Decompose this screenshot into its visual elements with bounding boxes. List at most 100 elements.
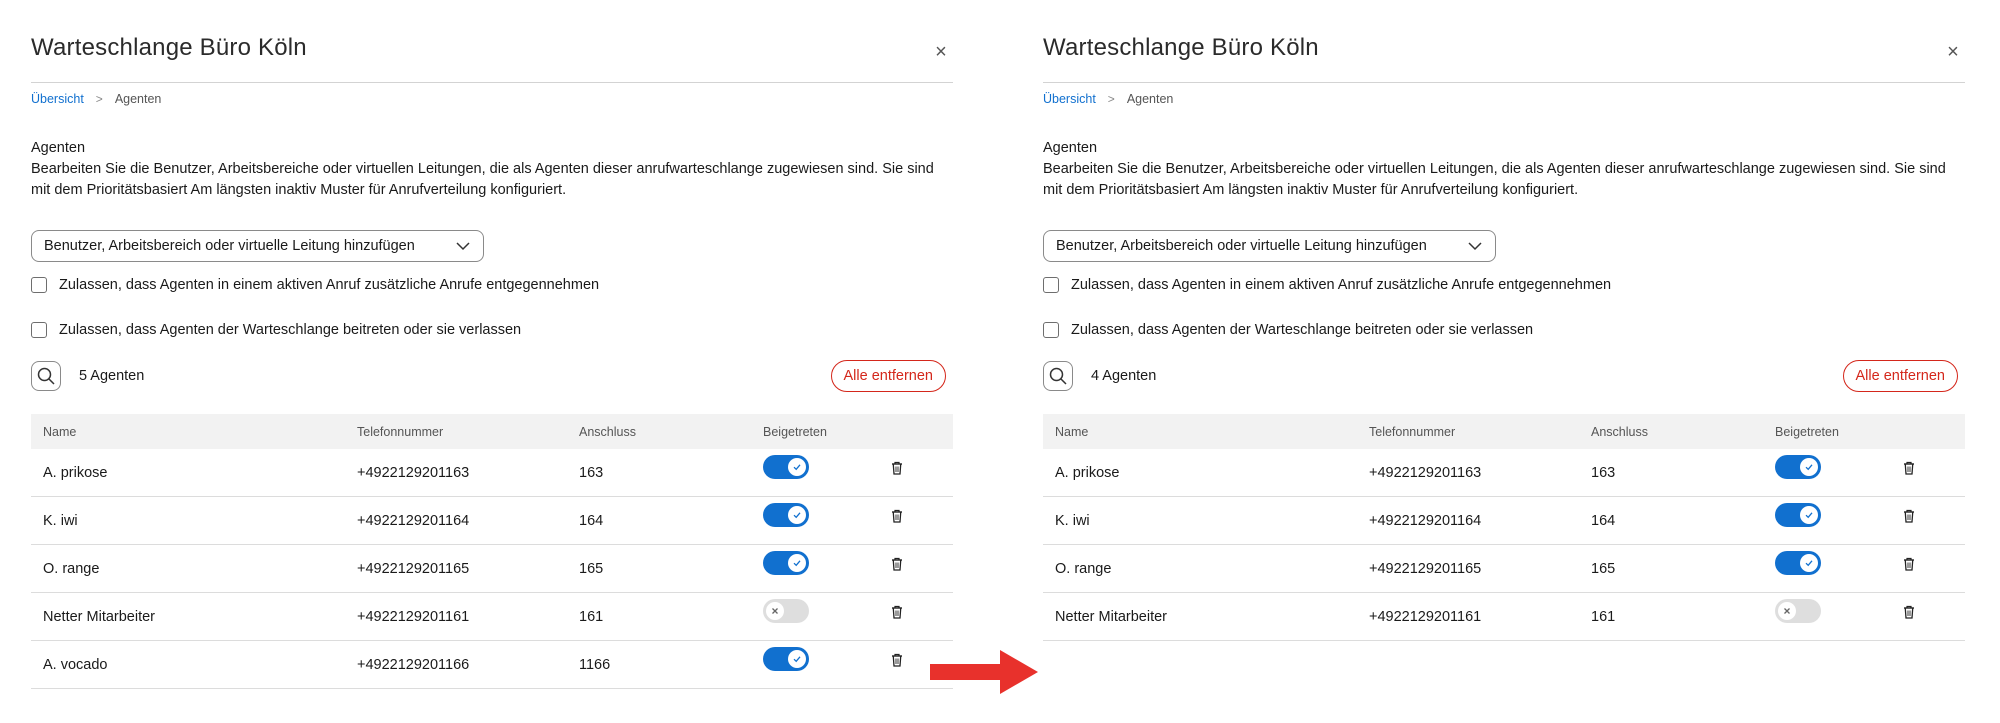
allow-additional-calls-checkbox[interactable] bbox=[1043, 277, 1059, 293]
chevron-down-icon bbox=[1467, 238, 1483, 254]
trash-icon[interactable] bbox=[1901, 604, 1917, 620]
trash-icon[interactable] bbox=[889, 556, 905, 572]
section-title: Agenten bbox=[1043, 140, 1098, 156]
add-agent-dropdown-label: Benutzer, Arbeitsbereich oder virtuelle … bbox=[44, 238, 415, 254]
delete-button[interactable] bbox=[889, 653, 905, 668]
toggle-knob bbox=[788, 553, 806, 572]
agent-name: O. range bbox=[1055, 560, 1112, 577]
agent-extension: 164 bbox=[579, 512, 604, 529]
delete-button[interactable] bbox=[1901, 509, 1917, 524]
column-header-extension: Anschluss bbox=[579, 424, 636, 439]
page-title: Warteschlange Büro Köln bbox=[1043, 34, 1319, 61]
toggle-knob bbox=[788, 649, 806, 668]
close-icon: × bbox=[935, 41, 947, 63]
check-icon bbox=[793, 511, 801, 518]
agent-extension: 1166 bbox=[579, 656, 611, 673]
toggle-knob bbox=[1800, 553, 1818, 572]
joined-cell bbox=[1775, 598, 1821, 623]
toggle-knob bbox=[788, 457, 806, 476]
agent-extension: 164 bbox=[1591, 512, 1616, 529]
table-row: A. vocado +4922129201166 1166 bbox=[31, 641, 953, 689]
allow-join-leave-option: Zulassen, dass Agenten der Warteschlange… bbox=[31, 322, 521, 338]
agent-phone: +4922129201164 bbox=[357, 512, 470, 529]
add-agent-dropdown[interactable]: Benutzer, Arbeitsbereich oder virtuelle … bbox=[1043, 230, 1496, 262]
allow-join-leave-checkbox[interactable] bbox=[31, 322, 47, 338]
table-body: A. prikose +4922129201163 163 K. iwi +492212… bbox=[31, 449, 953, 689]
header-divider bbox=[1043, 82, 1965, 83]
table-row: K. iwi +4922129201164 164 bbox=[1043, 497, 1965, 545]
check-icon bbox=[1805, 463, 1813, 470]
remove-all-button[interactable]: Alle entfernen bbox=[830, 360, 946, 392]
remove-all-button[interactable]: Alle entfernen bbox=[1842, 360, 1958, 392]
breadcrumb-overview-link[interactable]: Übersicht bbox=[31, 92, 84, 106]
allow-join-leave-option: Zulassen, dass Agenten der Warteschlange… bbox=[1043, 322, 1533, 338]
section-title: Agenten bbox=[31, 140, 86, 156]
trash-icon[interactable] bbox=[889, 460, 905, 476]
delete-button[interactable] bbox=[1901, 605, 1917, 620]
trash-icon[interactable] bbox=[889, 604, 905, 620]
check-icon bbox=[793, 559, 801, 566]
section-description: Bearbeiten Sie die Benutzer, Arbeitsbere… bbox=[1043, 161, 1946, 198]
joined-cell bbox=[1775, 502, 1821, 527]
delete-button[interactable] bbox=[1901, 461, 1917, 476]
delete-button[interactable] bbox=[1901, 557, 1917, 572]
joined-toggle[interactable] bbox=[1775, 502, 1821, 527]
breadcrumb-overview-link[interactable]: Übersicht bbox=[1043, 92, 1096, 106]
x-icon bbox=[1784, 607, 1790, 614]
breadcrumb: Übersicht > Agenten bbox=[1043, 92, 1173, 106]
search-icon bbox=[37, 367, 55, 385]
joined-cell bbox=[763, 550, 809, 575]
header-divider bbox=[31, 82, 953, 83]
trash-icon[interactable] bbox=[889, 508, 905, 524]
search-button[interactable] bbox=[31, 361, 61, 391]
agent-extension: 163 bbox=[579, 464, 604, 481]
joined-toggle[interactable] bbox=[1775, 598, 1821, 623]
breadcrumb-current: Agenten bbox=[114, 92, 162, 106]
delete-button[interactable] bbox=[889, 461, 905, 476]
joined-toggle[interactable] bbox=[763, 454, 809, 479]
agent-extension: 165 bbox=[1591, 560, 1616, 577]
joined-toggle[interactable] bbox=[1775, 454, 1821, 479]
column-header-extension: Anschluss bbox=[1591, 424, 1648, 439]
add-agent-dropdown-label: Benutzer, Arbeitsbereich oder virtuelle … bbox=[1056, 238, 1427, 254]
agent-name: A. prikose bbox=[43, 464, 108, 481]
agent-phone: +4922129201165 bbox=[357, 560, 470, 577]
search-button[interactable] bbox=[1043, 361, 1073, 391]
delete-button[interactable] bbox=[889, 557, 905, 572]
check-icon bbox=[1805, 559, 1813, 566]
delete-button[interactable] bbox=[889, 605, 905, 620]
chevron-down-icon bbox=[455, 238, 471, 254]
joined-toggle[interactable] bbox=[763, 550, 809, 575]
joined-toggle[interactable] bbox=[763, 502, 809, 527]
close-button[interactable]: × bbox=[1941, 40, 1965, 64]
close-icon: × bbox=[1947, 41, 1959, 63]
toggle-knob bbox=[788, 505, 806, 524]
page-title: Warteschlange Büro Köln bbox=[31, 34, 307, 61]
add-agent-dropdown[interactable]: Benutzer, Arbeitsbereich oder virtuelle … bbox=[31, 230, 484, 262]
trash-icon[interactable] bbox=[1901, 556, 1917, 572]
close-button[interactable]: × bbox=[929, 40, 953, 64]
agent-name: A. prikose bbox=[1055, 464, 1120, 481]
agent-phone: +4922129201165 bbox=[1369, 560, 1482, 577]
allow-additional-calls-checkbox[interactable] bbox=[31, 277, 47, 293]
joined-toggle[interactable] bbox=[1775, 550, 1821, 575]
allow-join-leave-label: Zulassen, dass Agenten der Warteschlange… bbox=[59, 322, 522, 338]
trash-icon[interactable] bbox=[1901, 460, 1917, 476]
section-description: Bearbeiten Sie die Benutzer, Arbeitsbere… bbox=[31, 161, 934, 198]
joined-toggle[interactable] bbox=[763, 598, 809, 623]
joined-cell bbox=[763, 598, 809, 623]
trash-icon[interactable] bbox=[1901, 508, 1917, 524]
joined-cell bbox=[763, 646, 809, 671]
agent-count: 5 Agenten bbox=[79, 368, 145, 384]
agents-table: Name Telefonnummer Anschluss Beigetreten… bbox=[1043, 414, 1965, 641]
agent-count: 4 Agenten bbox=[1091, 368, 1157, 384]
allow-join-leave-checkbox[interactable] bbox=[1043, 322, 1059, 338]
joined-toggle[interactable] bbox=[763, 646, 809, 671]
delete-button[interactable] bbox=[889, 509, 905, 524]
trash-icon[interactable] bbox=[889, 652, 905, 668]
joined-cell bbox=[1775, 454, 1821, 479]
table-row: Netter Mitarbeiter +4922129201161 161 bbox=[1043, 593, 1965, 641]
breadcrumb-current: Agenten bbox=[1126, 92, 1174, 106]
agent-phone: +4922129201161 bbox=[357, 608, 470, 625]
agent-extension: 161 bbox=[579, 608, 604, 625]
